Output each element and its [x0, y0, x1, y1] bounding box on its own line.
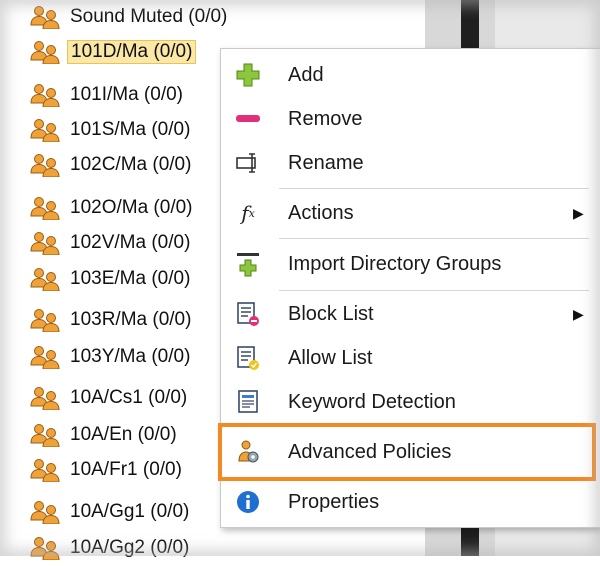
group-icon [28, 345, 64, 370]
group-icon [28, 196, 64, 221]
tree-item[interactable]: 101I/Ma (0/0) [28, 80, 183, 110]
tree-item-label: 102O/Ma (0/0) [70, 197, 193, 218]
tree-item[interactable]: 102V/Ma (0/0) [28, 228, 190, 258]
tree-item-label: 10A/Fr1 (0/0) [70, 459, 182, 480]
tree-item[interactable]: 10A/Fr1 (0/0) [28, 455, 182, 485]
tree-item[interactable]: 101S/Ma (0/0) [28, 115, 190, 145]
menu-item-label: Properties [288, 490, 380, 513]
menu-item-label: Rename [288, 151, 364, 174]
tree-item[interactable]: 103E/Ma (0/0) [28, 264, 190, 294]
tree-item[interactable]: Sound Muted (0/0) [28, 2, 227, 32]
tree-item[interactable]: 10A/Gg2 (0/0) [28, 533, 189, 563]
menu-item-block-list[interactable]: Block List ▶ [221, 292, 600, 336]
tree-item-label: 103R/Ma (0/0) [70, 309, 192, 330]
plus-icon [235, 62, 261, 88]
menu-item-label: Actions [288, 201, 354, 224]
tree-item-label: 10A/Cs1 (0/0) [70, 387, 188, 408]
tree-item-label: 10A/En (0/0) [70, 424, 177, 445]
group-icon [28, 267, 64, 292]
group-icon [28, 423, 64, 448]
tree-item-label: 102V/Ma (0/0) [70, 232, 191, 253]
menu-item-add[interactable]: Add [221, 53, 600, 97]
menu-item-label: Import Directory Groups [288, 252, 502, 275]
tree-item[interactable]: 10A/Cs1 (0/0) [28, 383, 187, 413]
group-icon [28, 458, 64, 483]
menu-item-import-directory-groups[interactable]: Import Directory Groups [221, 242, 600, 286]
menu-item-rename[interactable]: Rename [221, 141, 600, 185]
menu-item-label: Remove [288, 107, 363, 130]
menu-item-label: Keyword Detection [288, 390, 456, 413]
tree-item-label: 103E/Ma (0/0) [70, 268, 191, 289]
tree-item[interactable]: 10A/En (0/0) [28, 420, 177, 450]
tree-item-label: 102C/Ma (0/0) [70, 154, 192, 175]
allow-list-icon [235, 345, 261, 371]
tree-item[interactable]: 103Y/Ma (0/0) [28, 342, 190, 372]
minus-icon [235, 106, 261, 132]
group-icon [28, 231, 64, 256]
submenu-arrow-icon: ▶ [573, 305, 584, 322]
info-icon [235, 489, 261, 515]
import-icon [235, 251, 261, 277]
submenu-arrow-icon: ▶ [573, 204, 584, 221]
menu-separator [279, 188, 589, 189]
group-icon [28, 153, 64, 178]
group-icon [28, 308, 64, 333]
function-icon: fx [241, 201, 255, 225]
group-icon [28, 5, 64, 30]
tree-item-label: 10A/Gg1 (0/0) [70, 501, 190, 522]
block-list-icon [235, 301, 261, 327]
tree-item-label: Sound Muted (0/0) [70, 6, 228, 27]
group-icon [28, 83, 64, 108]
group-icon [28, 386, 64, 411]
tree-item[interactable]: 103R/Ma (0/0) [28, 305, 191, 335]
menu-item-properties[interactable]: Properties [221, 480, 600, 524]
menu-item-remove[interactable]: Remove [221, 97, 600, 141]
highlight-box [218, 423, 596, 481]
tree-item-label: 101D/Ma (0/0) [67, 40, 197, 64]
menu-item-allow-list[interactable]: Allow List [221, 336, 600, 380]
keyword-icon [235, 389, 261, 415]
tree-item-selected[interactable]: 101D/Ma (0/0) [28, 37, 197, 67]
menu-separator [279, 290, 589, 291]
tree-item[interactable]: 102O/Ma (0/0) [28, 193, 193, 223]
menu-item-actions[interactable]: fx Actions ▶ [221, 191, 600, 235]
menu-item-label: Block List [288, 302, 374, 325]
tree-item-label: 101S/Ma (0/0) [70, 119, 191, 140]
rename-icon [235, 150, 261, 176]
tree-item[interactable]: 10A/Gg1 (0/0) [28, 497, 189, 527]
group-icon [28, 118, 64, 143]
menu-item-label: Add [288, 63, 324, 86]
group-icon [28, 536, 64, 561]
group-icon [28, 40, 64, 65]
menu-item-label: Allow List [288, 346, 373, 369]
tree-item-label: 101I/Ma (0/0) [70, 84, 183, 105]
menu-item-keyword-detection[interactable]: Keyword Detection [221, 380, 600, 424]
tree-item-label: 103Y/Ma (0/0) [70, 346, 191, 367]
tree-item[interactable]: 102C/Ma (0/0) [28, 150, 191, 180]
menu-separator [279, 238, 589, 239]
group-icon [28, 500, 64, 525]
